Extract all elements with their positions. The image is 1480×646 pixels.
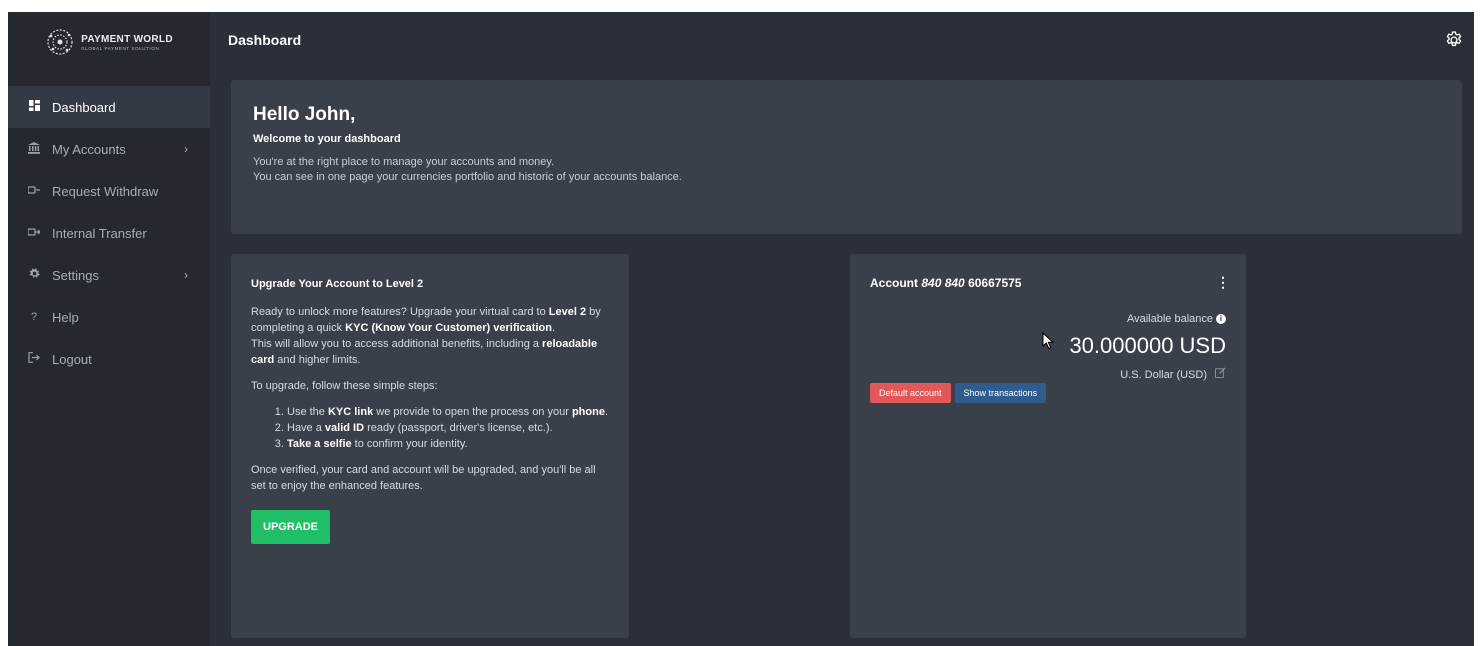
help-icon: ? xyxy=(30,311,38,323)
page-title: Dashboard xyxy=(228,32,302,48)
upgrade-card-title: Upgrade Your Account to Level 2 xyxy=(251,278,424,290)
text-segment: to confirm your identity. xyxy=(351,438,468,450)
gear-icon[interactable] xyxy=(1444,30,1464,50)
upgrade-outro: Once verified, your card and account wil… xyxy=(251,464,596,492)
text-bold: valid ID xyxy=(324,422,365,434)
text-bold: Take a selfie xyxy=(287,438,352,450)
sidebar-item-label: My Accounts xyxy=(52,141,126,157)
text-segment: Use the xyxy=(287,406,328,418)
text-segment: . xyxy=(604,406,608,418)
mouse-cursor-icon xyxy=(1042,332,1055,350)
list-item: Have a valid ID ready (passport, driver'… xyxy=(287,420,609,436)
sidebar-item-label: Logout xyxy=(52,351,92,367)
sidebar-item-help[interactable]: ? Help xyxy=(8,296,210,338)
sidebar-item-label: Dashboard xyxy=(52,99,116,115)
text-segment: Have a xyxy=(287,422,325,434)
logout-icon xyxy=(26,352,42,366)
show-transactions-button[interactable]: Show transactions xyxy=(954,383,1047,403)
text-bold: KYC (Know Your Customer) verification xyxy=(345,322,552,334)
welcome-text-line: You can see in one page your currencies … xyxy=(253,171,682,183)
sidebar-item-label: Help xyxy=(52,309,79,325)
main-content: Dashboard Hello John, Welcome to your da… xyxy=(210,12,1474,646)
sidebar-item-label: Settings xyxy=(52,267,99,283)
greeting: Hello John, xyxy=(253,104,356,125)
currency-row: U.S. Dollar (USD) xyxy=(870,367,1226,381)
text-bold: KYC link xyxy=(327,406,374,418)
available-balance-row: Available balance i xyxy=(870,313,1226,325)
sidebar-item-my-accounts[interactable]: My Accounts › xyxy=(8,128,210,170)
info-icon[interactable]: i xyxy=(1216,314,1226,325)
welcome-subtitle: Welcome to your dashboard xyxy=(253,133,401,145)
sidebar-item-settings[interactable]: Settings › xyxy=(8,254,210,296)
account-badges: Default account Show transactions xyxy=(870,383,1226,403)
sidebar-item-internal-transfer[interactable]: Internal Transfer xyxy=(8,212,210,254)
sidebar: PAYMENT WORLD GLOBAL PAYMENT SOLUTION Da… xyxy=(8,12,210,646)
sidebar-item-dashboard[interactable]: Dashboard xyxy=(8,86,210,128)
upgrade-intro: Ready to unlock more features? Upgrade y… xyxy=(251,304,609,368)
upgrade-button[interactable]: UPGRADE xyxy=(251,510,331,544)
account-number: 60667575 xyxy=(964,275,1022,290)
default-account-badge: Default account xyxy=(870,383,951,403)
edit-icon[interactable] xyxy=(1215,367,1226,381)
currency-label: U.S. Dollar (USD) xyxy=(1120,369,1207,381)
chevron-right-icon: › xyxy=(184,268,188,282)
app-window: PAYMENT WORLD GLOBAL PAYMENT SOLUTION Da… xyxy=(8,12,1474,646)
globe-logo-icon xyxy=(45,27,75,57)
brand-logo[interactable]: PAYMENT WORLD GLOBAL PAYMENT SOLUTION xyxy=(8,12,210,72)
chevron-right-icon: › xyxy=(184,142,188,156)
account-title: Account 840 840 60667575 xyxy=(870,276,1021,290)
welcome-panel: Hello John, Welcome to your dashboard Yo… xyxy=(231,80,1462,234)
top-bar: Dashboard xyxy=(210,12,1474,68)
kebab-menu-icon[interactable]: ⋮ xyxy=(1216,274,1230,291)
sidebar-item-label: Request Withdraw xyxy=(52,183,159,199)
steps-intro: To upgrade, follow these simple steps: xyxy=(251,380,438,392)
account-card-header: Account 840 840 60667575 ⋮ xyxy=(870,274,1230,291)
available-balance-label: Available balance xyxy=(1126,313,1213,325)
text-segment: Ready to unlock more features? Upgrade y… xyxy=(251,306,549,318)
text-segment: we provide to open the process on your xyxy=(373,406,572,418)
list-item: Take a selfie to confirm your identity. xyxy=(287,436,609,452)
text-segment: and higher limits. xyxy=(274,354,361,366)
sidebar-item-request-withdraw[interactable]: Request Withdraw xyxy=(8,170,210,212)
text-segment: This will allow you to access additional… xyxy=(251,338,543,350)
account-card: Account 840 840 60667575 ⋮ Available bal… xyxy=(850,254,1246,638)
list-item: Use the KYC link we provide to open the … xyxy=(287,404,609,420)
upgrade-steps-list: Use the KYC link we provide to open the … xyxy=(251,404,609,452)
welcome-text-line: You're at the right place to manage your… xyxy=(253,156,555,168)
sidebar-item-logout[interactable]: Logout xyxy=(8,338,210,380)
bank-icon xyxy=(26,141,42,157)
upgrade-card: Upgrade Your Account to Level 2 Ready to… xyxy=(231,254,629,638)
text-bold: Level 2 xyxy=(548,306,587,318)
account-prefix-number: 840 840 xyxy=(921,275,965,290)
brand-tagline: GLOBAL PAYMENT SOLUTION xyxy=(81,45,160,51)
text-segment: Account xyxy=(870,275,922,290)
sidebar-nav: Dashboard My Accounts › Request Withdraw xyxy=(8,86,210,380)
transfer-icon xyxy=(26,227,42,240)
brand-name: PAYMENT WORLD xyxy=(81,33,173,45)
dashboard-icon xyxy=(26,100,42,114)
withdraw-icon xyxy=(26,185,42,198)
gear-icon xyxy=(26,268,42,282)
text-segment: . xyxy=(551,322,556,334)
text-bold: phone xyxy=(571,406,605,418)
sidebar-item-label: Internal Transfer xyxy=(52,225,147,241)
text-segment: ready (passport, driver's license, etc.)… xyxy=(364,422,553,434)
